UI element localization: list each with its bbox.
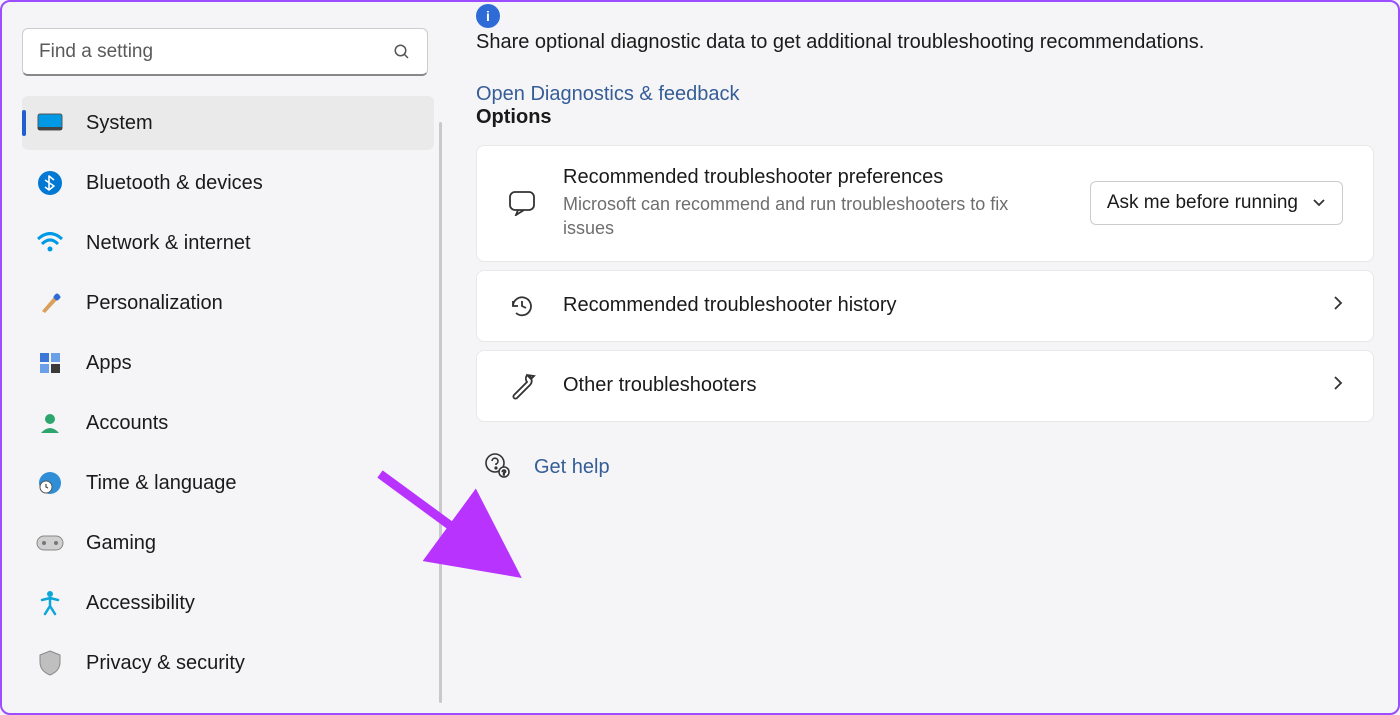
- diagnostic-info-card: i Share optional diagnostic data to get …: [476, 4, 1374, 106]
- option-troubleshooter-history[interactable]: Recommended troubleshooter history: [476, 270, 1374, 342]
- nav-label: Accounts: [86, 412, 168, 435]
- svg-text:?: ?: [502, 470, 506, 477]
- sidebar-item-gaming[interactable]: Gaming: [22, 516, 434, 570]
- nav-label: Apps: [86, 352, 132, 375]
- sidebar-item-privacy[interactable]: Privacy & security: [22, 636, 434, 690]
- info-icon: i: [476, 4, 500, 28]
- chevron-down-icon: [1312, 192, 1326, 214]
- preferences-dropdown[interactable]: Ask me before running: [1090, 181, 1343, 225]
- options-section-title: Options: [476, 106, 1374, 129]
- sidebar-item-accounts[interactable]: Accounts: [22, 396, 434, 450]
- search-input[interactable]: [39, 41, 393, 63]
- account-icon: [36, 409, 64, 437]
- help-icon: ?: [484, 452, 510, 483]
- sidebar-item-system[interactable]: System: [22, 96, 434, 150]
- brush-icon: [36, 289, 64, 317]
- sidebar-item-time-language[interactable]: Time & language: [22, 456, 434, 510]
- nav-list: System Bluetooth & devices Network & int…: [22, 96, 434, 690]
- sidebar-item-personalization[interactable]: Personalization: [22, 276, 434, 330]
- option-title: Other troubleshooters: [563, 374, 1307, 397]
- sidebar-item-bluetooth[interactable]: Bluetooth & devices: [22, 156, 434, 210]
- option-title: Recommended troubleshooter preferences: [563, 166, 1064, 189]
- wrench-icon: [507, 371, 537, 401]
- sidebar: System Bluetooth & devices Network & int…: [2, 2, 442, 713]
- accessibility-icon: [36, 589, 64, 617]
- history-icon: [507, 291, 537, 321]
- wifi-icon: [36, 229, 64, 257]
- nav-label: Gaming: [86, 532, 156, 555]
- gaming-icon: [36, 529, 64, 557]
- chevron-right-icon: [1333, 375, 1343, 396]
- open-diagnostics-link[interactable]: Open Diagnostics & feedback: [476, 83, 1374, 106]
- sidebar-item-apps[interactable]: Apps: [22, 336, 434, 390]
- dropdown-value: Ask me before running: [1107, 192, 1298, 214]
- option-desc: Microsoft can recommend and run troubles…: [563, 192, 1064, 241]
- shield-icon: [36, 649, 64, 677]
- main-content: i Share optional diagnostic data to get …: [442, 2, 1398, 713]
- nav-label: Network & internet: [86, 232, 251, 255]
- sidebar-item-network[interactable]: Network & internet: [22, 216, 434, 270]
- chevron-right-icon: [1333, 295, 1343, 316]
- scrollbar[interactable]: [439, 122, 442, 703]
- chat-icon: [507, 188, 537, 218]
- get-help-link[interactable]: Get help: [534, 456, 610, 479]
- apps-icon: [36, 349, 64, 377]
- option-title: Recommended troubleshooter history: [563, 294, 1307, 317]
- clock-globe-icon: [36, 469, 64, 497]
- nav-label: Time & language: [86, 472, 236, 495]
- search-box[interactable]: [22, 28, 428, 76]
- nav-label: Privacy & security: [86, 652, 245, 675]
- nav-label: Bluetooth & devices: [86, 172, 263, 195]
- nav-label: Accessibility: [86, 592, 195, 615]
- nav-label: Personalization: [86, 292, 223, 315]
- sidebar-item-accessibility[interactable]: Accessibility: [22, 576, 434, 630]
- diagnostic-info-text: Share optional diagnostic data to get ad…: [476, 28, 1374, 57]
- help-row: ? Get help: [476, 430, 1374, 483]
- search-icon: [393, 43, 411, 61]
- option-other-troubleshooters[interactable]: Other troubleshooters: [476, 350, 1374, 422]
- display-icon: [36, 109, 64, 137]
- option-troubleshooter-preferences[interactable]: Recommended troubleshooter preferences M…: [476, 145, 1374, 262]
- bluetooth-icon: [36, 169, 64, 197]
- nav-label: System: [86, 112, 153, 135]
